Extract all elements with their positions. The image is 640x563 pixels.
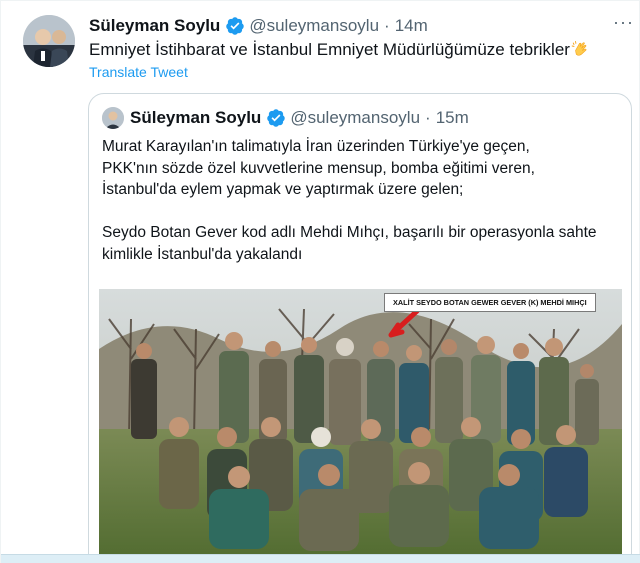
quoted-header-separator: · bbox=[425, 108, 431, 127]
photo-caption-label: XALİT SEYDO BOTAN GEWER GEVER (K) MEHDİ … bbox=[384, 293, 596, 312]
quoted-tweet[interactable]: Süleyman Soylu @suleymansoylu · 15m Mura… bbox=[88, 93, 632, 563]
quoted-text-line: kimlikle İstanbul'da yakalandı bbox=[102, 245, 303, 263]
tweet-timestamp[interactable]: 14m bbox=[395, 16, 428, 36]
quoted-verified-badge-icon bbox=[267, 109, 286, 127]
quoted-tweet-header: Süleyman Soylu @suleymansoylu · 15m bbox=[102, 106, 469, 130]
page-bottom-strip bbox=[1, 554, 640, 563]
author-name[interactable]: Süleyman Soylu bbox=[89, 16, 220, 36]
author-handle[interactable]: @suleymansoylu bbox=[249, 16, 379, 36]
quoted-text-line bbox=[102, 201, 622, 223]
quoted-author-name: Süleyman Soylu bbox=[130, 108, 262, 127]
quoted-author-avatar bbox=[102, 107, 124, 129]
quoted-timestamp: 15m bbox=[435, 108, 469, 127]
tweet[interactable]: Süleyman Soylu @suleymansoylu · 14m ··· … bbox=[0, 0, 640, 563]
clapping-hands-icon bbox=[571, 41, 587, 56]
quoted-text-line: İstanbul'da eylem yapmak ve yaptırmak üz… bbox=[102, 181, 464, 198]
quoted-tweet-text: Murat Karayılan'ın talimatıyla İran üzer… bbox=[102, 136, 622, 265]
header-separator: · bbox=[384, 16, 390, 35]
quoted-author-handle: @suleymansoylu bbox=[290, 108, 421, 127]
verified-badge-icon bbox=[226, 17, 245, 35]
translate-tweet-link[interactable]: Translate Tweet bbox=[89, 64, 188, 80]
quoted-text-line: Murat Karayılan'ın talimatıyla İran üzer… bbox=[102, 138, 530, 155]
tweet-header: Süleyman Soylu @suleymansoylu · 14m bbox=[89, 15, 428, 37]
quoted-text-line: Seydo Botan Gever kod adlı Mehdi Mıhçı, … bbox=[102, 224, 597, 241]
quoted-text-line: PKK'nın sözde özel kuvvetlerine mensup, … bbox=[102, 159, 535, 177]
tweet-text: Emniyet İstihbarat ve İstanbul Emniyet M… bbox=[89, 39, 589, 61]
group-photo-image bbox=[99, 289, 622, 563]
quoted-tweet-photo[interactable]: XALİT SEYDO BOTAN GEWER GEVER (K) MEHDİ … bbox=[99, 289, 622, 563]
author-avatar[interactable] bbox=[23, 15, 75, 67]
more-options-icon[interactable]: ··· bbox=[613, 12, 634, 33]
tweet-text-content: Emniyet İstihbarat ve İstanbul Emniyet M… bbox=[89, 40, 570, 59]
